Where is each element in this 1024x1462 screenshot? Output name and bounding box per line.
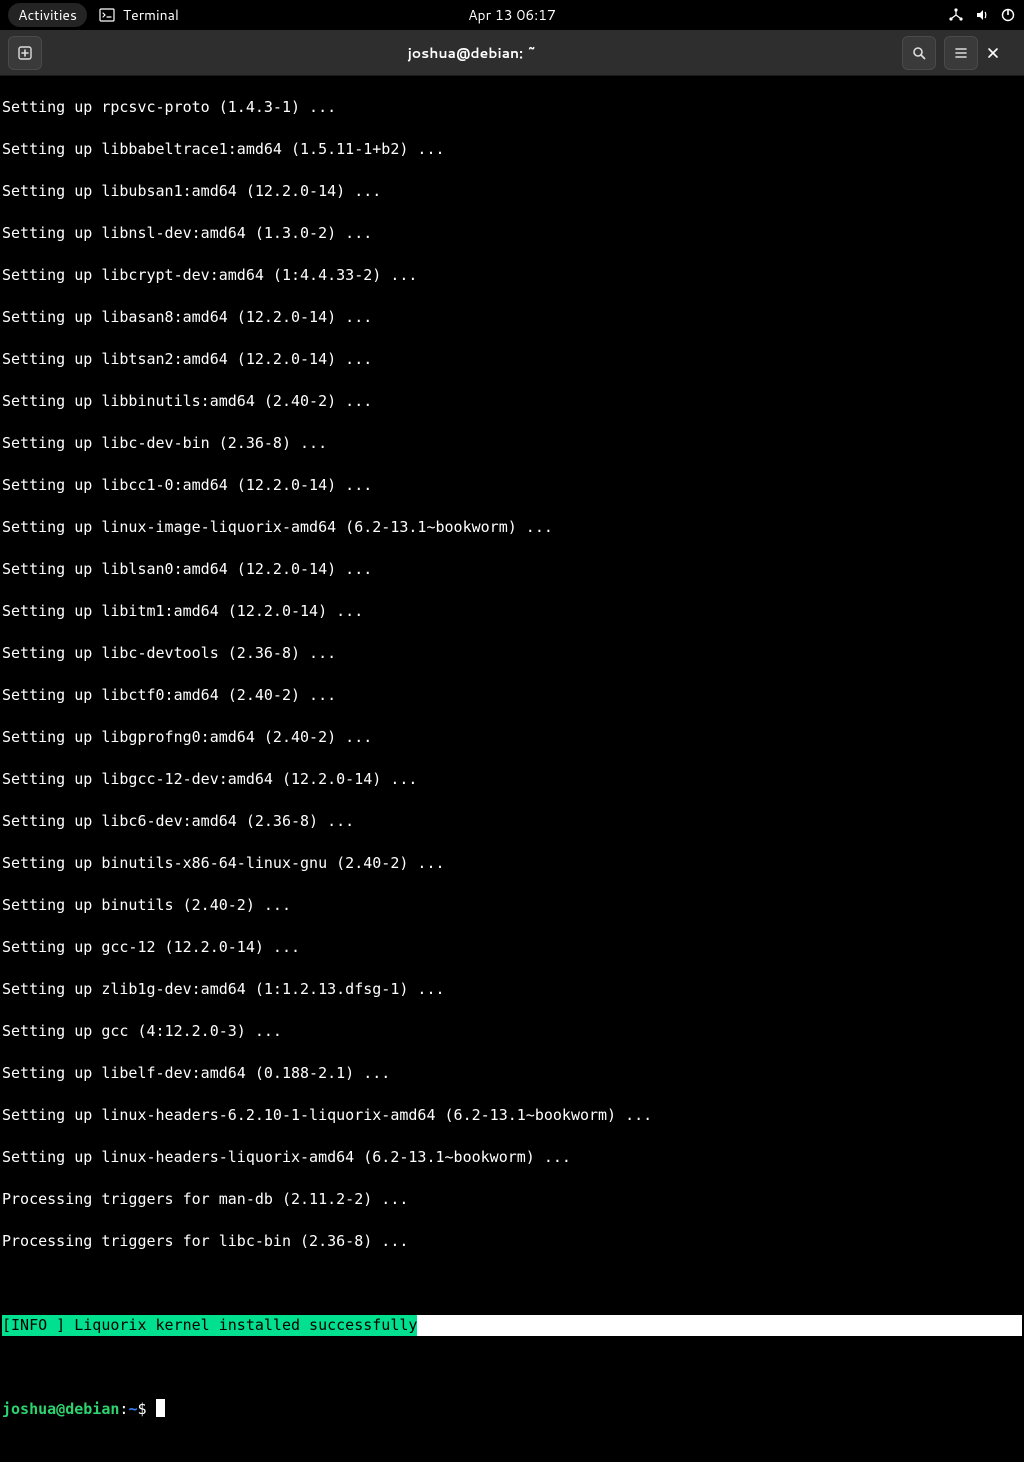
output-line: Setting up gcc (4:12.2.0-3) ...	[2, 1021, 1022, 1042]
power-icon[interactable]	[1000, 7, 1016, 23]
output-line: Setting up libnsl-dev:amd64 (1.3.0-2) ..…	[2, 223, 1022, 244]
network-icon[interactable]	[948, 7, 964, 23]
output-line: Setting up libubsan1:amd64 (12.2.0-14) .…	[2, 181, 1022, 202]
prompt-separator: :	[119, 1400, 128, 1418]
output-line: Processing triggers for libc-bin (2.36-8…	[2, 1231, 1022, 1252]
output-line: Setting up libcrypt-dev:amd64 (1:4.4.33-…	[2, 265, 1022, 286]
output-line: Setting up libelf-dev:amd64 (0.188-2.1) …	[2, 1063, 1022, 1084]
output-line: Setting up libc-dev-bin (2.36-8) ...	[2, 433, 1022, 454]
titlebar: joshua@debian: ~	[0, 30, 1024, 76]
output-line: Setting up rpcsvc-proto (1.4.3-1) ...	[2, 97, 1022, 118]
output-line: Setting up libbabeltrace1:amd64 (1.5.11-…	[2, 139, 1022, 160]
output-line: Setting up zlib1g-dev:amd64 (1:1.2.13.df…	[2, 979, 1022, 1000]
blank-line	[2, 1273, 1022, 1294]
output-line: Setting up gcc-12 (12.2.0-14) ...	[2, 937, 1022, 958]
output-line: Setting up libasan8:amd64 (12.2.0-14) ..…	[2, 307, 1022, 328]
output-line: Setting up libctf0:amd64 (2.40-2) ...	[2, 685, 1022, 706]
activities-button[interactable]: Activities	[8, 3, 87, 27]
gnome-topbar: Activities Terminal Apr 13 06:17	[0, 0, 1024, 30]
output-line: Setting up binutils-x86-64-linux-gnu (2.…	[2, 853, 1022, 874]
output-line: Setting up linux-headers-6.2.10-1-liquor…	[2, 1105, 1022, 1126]
output-line: Setting up libtsan2:amd64 (12.2.0-14) ..…	[2, 349, 1022, 370]
app-menu-label: Terminal	[123, 5, 179, 25]
prompt-path: ~	[128, 1400, 137, 1418]
info-message: [INFO ] Liquorix kernel installed succes…	[2, 1315, 417, 1336]
prompt-symbol: $	[137, 1400, 155, 1418]
cursor	[156, 1399, 165, 1417]
search-button[interactable]	[902, 36, 936, 70]
hamburger-menu-button[interactable]	[944, 36, 978, 70]
terminal-icon	[99, 7, 115, 23]
blank-line	[2, 1357, 1022, 1378]
clock[interactable]: Apr 13 06:17	[468, 5, 556, 25]
output-line: Setting up linux-headers-liquorix-amd64 …	[2, 1147, 1022, 1168]
terminal-output[interactable]: Setting up rpcsvc-proto (1.4.3-1) ... Se…	[0, 76, 1024, 1462]
app-menu[interactable]: Terminal	[99, 5, 179, 25]
output-line: Setting up libcc1-0:amd64 (12.2.0-14) ..…	[2, 475, 1022, 496]
output-line: Setting up libgprofng0:amd64 (2.40-2) ..…	[2, 727, 1022, 748]
close-button[interactable]	[986, 46, 1016, 60]
terminal-window: joshua@debian: ~ Setting up rpcsvc-proto…	[0, 30, 1024, 768]
output-line: Setting up libbinutils:amd64 (2.40-2) ..…	[2, 391, 1022, 412]
output-line: Setting up libgcc-12-dev:amd64 (12.2.0-1…	[2, 769, 1022, 790]
output-line: Setting up libc6-dev:amd64 (2.36-8) ...	[2, 811, 1022, 832]
window-title: joshua@debian: ~	[50, 43, 894, 63]
new-tab-button[interactable]	[8, 36, 42, 70]
output-line: Setting up liblsan0:amd64 (12.2.0-14) ..…	[2, 559, 1022, 580]
output-line: Processing triggers for man-db (2.11.2-2…	[2, 1189, 1022, 1210]
info-line: [INFO ] Liquorix kernel installed succes…	[2, 1315, 1022, 1336]
prompt-line[interactable]: joshua@debian:~$	[2, 1399, 1022, 1420]
output-line: Setting up binutils (2.40-2) ...	[2, 895, 1022, 916]
output-line: Setting up linux-image-liquorix-amd64 (6…	[2, 517, 1022, 538]
volume-icon[interactable]	[974, 7, 990, 23]
output-line: Setting up libitm1:amd64 (12.2.0-14) ...	[2, 601, 1022, 622]
output-line: Setting up libc-devtools (2.36-8) ...	[2, 643, 1022, 664]
prompt-user-host: joshua@debian	[2, 1400, 119, 1418]
